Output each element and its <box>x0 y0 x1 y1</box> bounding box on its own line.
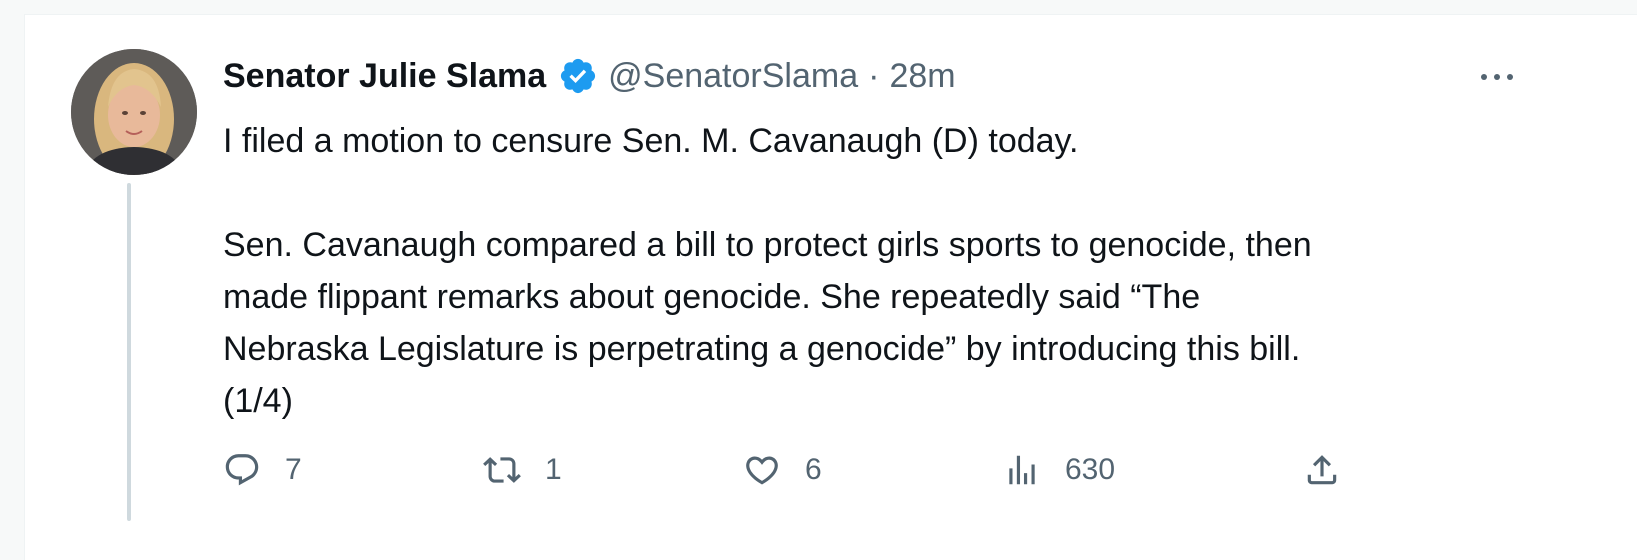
tweet-text: I filed a motion to censure Sen. M. Cava… <box>223 122 1312 420</box>
retweet-icon <box>483 457 521 483</box>
tweet-card[interactable]: Senator Julie Slama @SenatorSlama · 28m … <box>24 14 1637 560</box>
tweet-actions: 7 1 6 630 <box>223 445 1373 495</box>
share-button[interactable] <box>1303 445 1341 495</box>
thread-connector-line <box>127 183 131 521</box>
more-horizontal-icon[interactable] <box>1467 55 1527 99</box>
like-button[interactable]: 6 <box>743 445 822 495</box>
views-count: 630 <box>1065 453 1116 486</box>
page-background: Senator Julie Slama @SenatorSlama · 28m … <box>0 0 1637 560</box>
reply-button[interactable]: 7 <box>223 445 302 495</box>
reply-icon <box>225 454 259 486</box>
verified-badge-icon[interactable] <box>558 56 598 96</box>
display-name[interactable]: Senator Julie Slama <box>223 57 546 96</box>
retweet-count: 1 <box>545 453 562 486</box>
analytics-icon <box>1009 455 1035 485</box>
avatar-photo <box>71 49 197 175</box>
user-handle[interactable]: @SenatorSlama <box>608 57 858 96</box>
reply-count: 7 <box>285 453 302 486</box>
tweet-header: Senator Julie Slama @SenatorSlama · 28m <box>223 53 956 99</box>
separator-dot: · <box>868 56 880 95</box>
share-icon <box>1307 455 1337 485</box>
views-button[interactable]: 630 <box>1003 445 1115 495</box>
timestamp[interactable]: 28m <box>889 57 955 96</box>
retweet-button[interactable]: 1 <box>483 445 562 495</box>
heart-icon <box>746 456 778 485</box>
like-count: 6 <box>805 453 822 486</box>
avatar[interactable] <box>71 49 197 175</box>
